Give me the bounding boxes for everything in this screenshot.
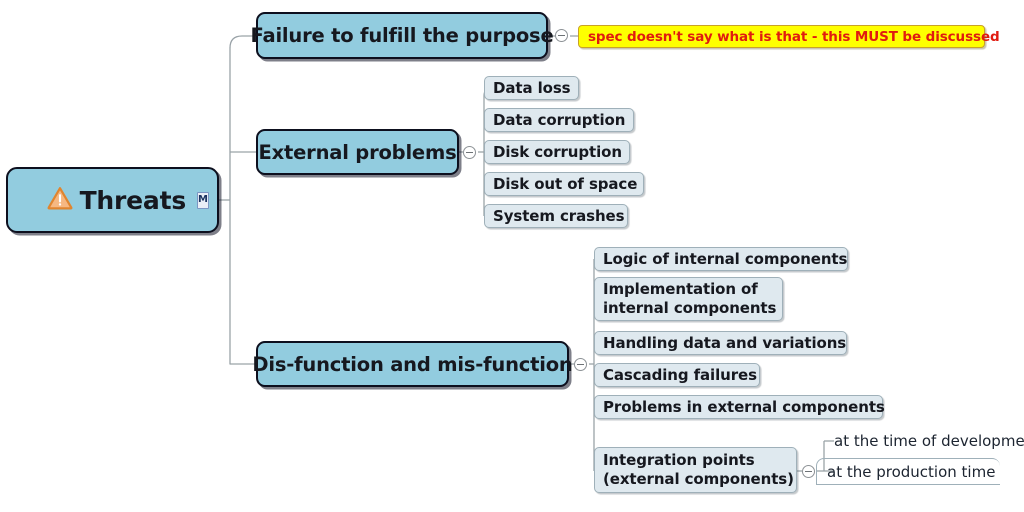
leaf-label: System crashes bbox=[493, 206, 625, 225]
warning-triangle-icon bbox=[16, 167, 73, 233]
subleaf-label: at the production time bbox=[827, 462, 996, 481]
branch-node-external[interactable]: External problems bbox=[256, 129, 459, 175]
leaf-node[interactable]: Implementation of internal components bbox=[594, 277, 783, 321]
leaf-node-integration-points[interactable]: Integration points (external components) bbox=[594, 447, 797, 493]
leaf-node[interactable]: Disk out of space bbox=[484, 172, 644, 196]
leaf-label: Disk corruption bbox=[493, 142, 622, 161]
branch-label: Dis-function and mis-function bbox=[252, 352, 573, 376]
collapse-toggle-external[interactable] bbox=[463, 146, 476, 159]
leaf-label: Problems in external components bbox=[603, 397, 885, 416]
leaf-label: Logic of internal components bbox=[603, 249, 848, 268]
mindmap-canvas: Threats M Failure to fulfill the purpose… bbox=[0, 0, 1024, 512]
branch-label: Failure to fulfill the purpose bbox=[250, 24, 554, 47]
root-label: Threats bbox=[79, 185, 187, 215]
leaf-label: Disk out of space bbox=[493, 174, 638, 193]
leaf-node[interactable]: Problems in external components bbox=[594, 395, 885, 419]
leaf-node[interactable]: Data loss bbox=[484, 76, 579, 100]
collapse-toggle-disfunction[interactable] bbox=[574, 358, 587, 371]
note-node-failure[interactable]: spec doesn't say what is that - this MUS… bbox=[578, 25, 1000, 48]
map-marker-badge-icon: M bbox=[197, 191, 209, 209]
leaf-label: Handling data and variations bbox=[603, 333, 847, 352]
branch-node-disfunction[interactable]: Dis-function and mis-function bbox=[252, 341, 573, 387]
leaf-label: Data corruption bbox=[493, 110, 626, 129]
leaf-label: Implementation of internal components bbox=[603, 280, 777, 317]
subleaf-node-development-time[interactable]: at the time of development bbox=[828, 430, 1024, 452]
leaf-node[interactable]: System crashes bbox=[484, 204, 628, 228]
collapse-toggle-integration-points[interactable] bbox=[802, 465, 815, 478]
branch-label: External problems bbox=[258, 140, 457, 164]
leaf-label: Data loss bbox=[493, 78, 571, 97]
root-node[interactable]: Threats M bbox=[6, 167, 219, 233]
note-label: spec doesn't say what is that - this MUS… bbox=[588, 28, 1000, 45]
leaf-label: Integration points (external components) bbox=[603, 451, 794, 488]
leaf-node[interactable]: Disk corruption bbox=[484, 140, 630, 164]
branch-node-failure[interactable]: Failure to fulfill the purpose bbox=[251, 12, 554, 59]
leaf-node[interactable]: Cascading failures bbox=[594, 363, 760, 387]
leaf-node[interactable]: Logic of internal components bbox=[594, 247, 848, 271]
subleaf-label: at the time of development bbox=[834, 432, 1024, 450]
collapse-toggle-failure[interactable] bbox=[555, 29, 568, 42]
subleaf-node-production-time[interactable]: at the production time bbox=[816, 458, 1000, 485]
leaf-label: Cascading failures bbox=[603, 365, 757, 384]
leaf-node[interactable]: Handling data and variations bbox=[594, 331, 847, 355]
leaf-node[interactable]: Data corruption bbox=[484, 108, 634, 132]
